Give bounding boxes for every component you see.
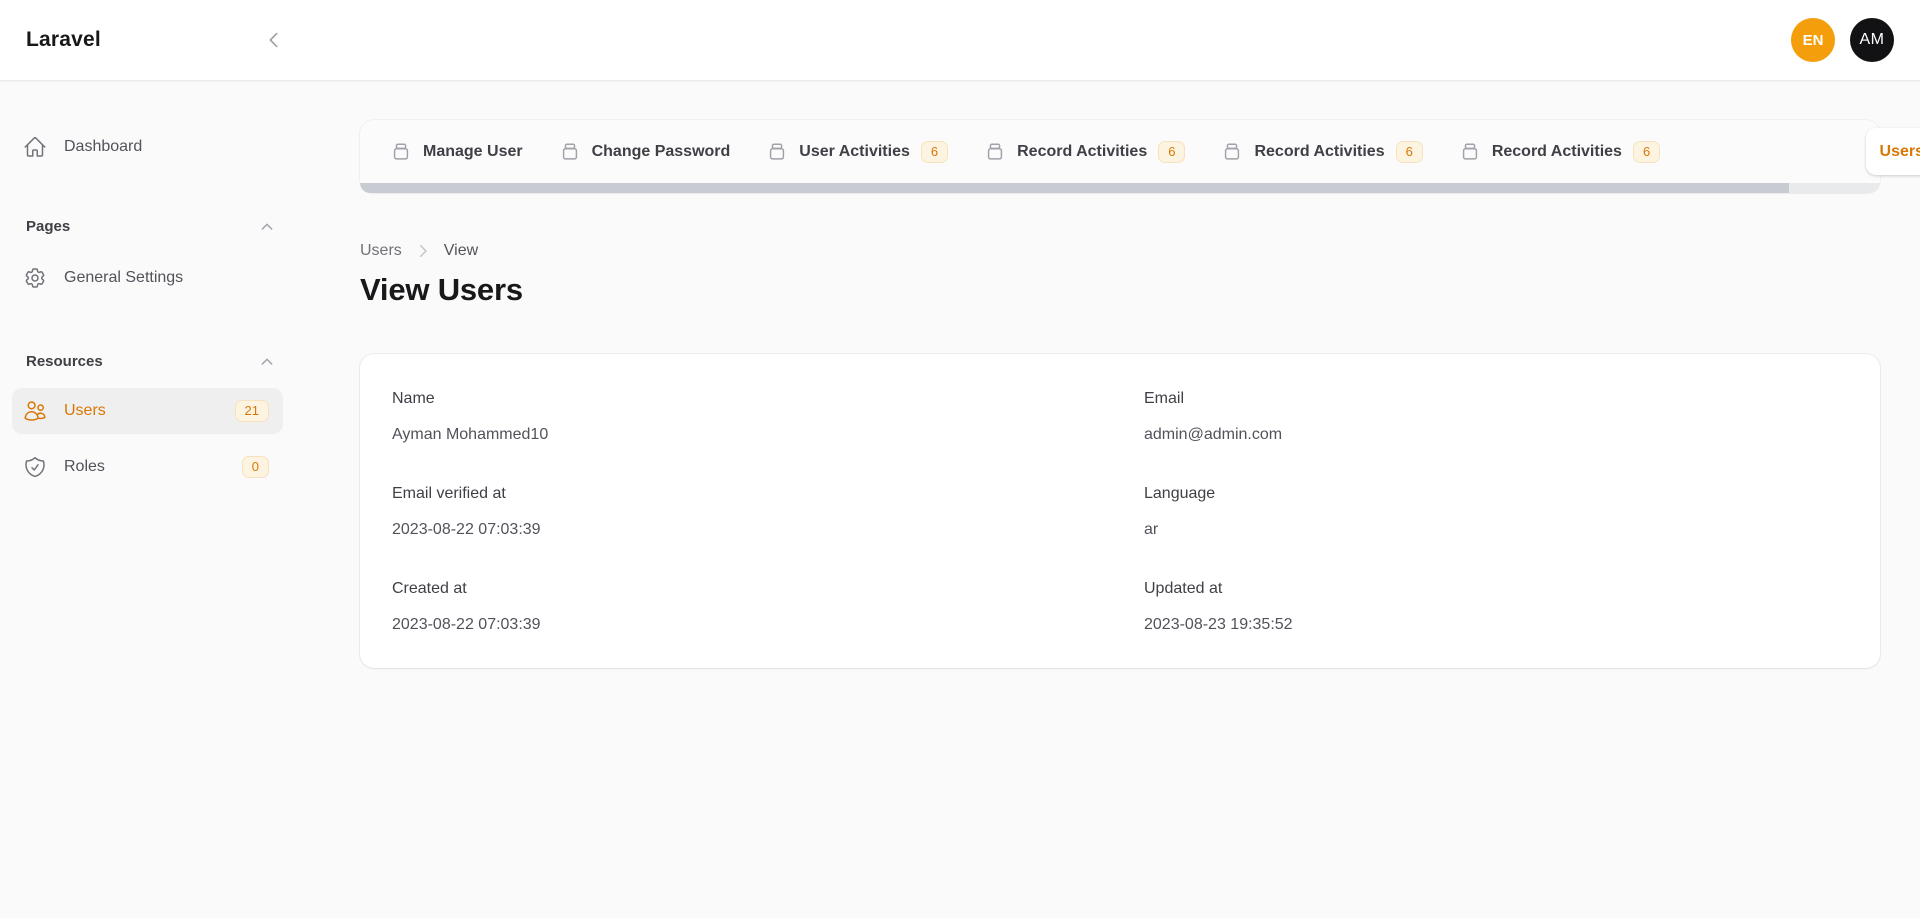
breadcrumb-current: View [444, 242, 478, 260]
field-updated-at: Updated at 2023-08-23 19:35:52 [1144, 580, 1848, 634]
archive-box-icon [559, 141, 581, 163]
chevron-right-icon [414, 242, 432, 260]
sidebar-item-general-settings[interactable]: General Settings [12, 255, 283, 301]
language-switcher-button[interactable]: EN [1791, 18, 1835, 62]
tab-change-password[interactable]: Change Password [541, 120, 749, 183]
brand-logo[interactable]: Laravel [26, 28, 101, 52]
tab-label: Record Activities [1492, 143, 1622, 161]
tab-count-badge: 6 [1158, 141, 1185, 163]
tab-manage-user[interactable]: Manage User [372, 120, 541, 183]
sidebar-item-dashboard[interactable]: Dashboard [12, 124, 283, 170]
main-content: Manage User Change Password User Activit… [295, 80, 1920, 918]
field-email-verified-at: Email verified at 2023-08-22 07:03:39 [392, 485, 1096, 539]
tab-record-activities-3[interactable]: Record Activities 6 [1441, 120, 1678, 183]
relation-tabs: Manage User Change Password User Activit… [360, 120, 1880, 193]
tab-user-activities[interactable]: User Activities 6 [748, 120, 966, 183]
record-details-card: Name Ayman Mohammed10 Email admin@admin.… [360, 354, 1880, 668]
breadcrumb-users-link[interactable]: Users [360, 242, 402, 260]
chevron-left-icon [263, 29, 285, 51]
sidebar-collapse-button[interactable] [258, 24, 290, 56]
sidebar-group-label: Resources [26, 353, 103, 370]
tab-label: Users [1880, 143, 1920, 161]
tab-count-badge: 6 [921, 141, 948, 163]
sidebar-item-label: Dashboard [64, 138, 142, 156]
field-label: Email [1144, 390, 1848, 408]
sidebar-item-label: Users [64, 402, 106, 420]
field-label: Language [1144, 485, 1848, 503]
archive-box-icon [390, 141, 412, 163]
field-value: ar [1144, 521, 1848, 539]
sidebar-group-resources[interactable]: Resources [12, 353, 283, 370]
tab-label: Record Activities [1017, 143, 1147, 161]
field-label: Created at [392, 580, 1096, 598]
field-name: Name Ayman Mohammed10 [392, 390, 1096, 444]
field-created-at: Created at 2023-08-22 07:03:39 [392, 580, 1096, 634]
tab-record-activities-2[interactable]: Record Activities 6 [1203, 120, 1440, 183]
field-value: Ayman Mohammed10 [392, 426, 1096, 444]
chevron-up-icon [259, 354, 275, 370]
tab-label: Manage User [423, 143, 523, 161]
shield-check-icon [23, 455, 47, 479]
archive-box-icon [1221, 141, 1243, 163]
sidebar-item-users[interactable]: Users 21 [12, 388, 283, 434]
archive-box-icon [1459, 141, 1481, 163]
field-label: Email verified at [392, 485, 1096, 503]
sidebar-group-pages[interactable]: Pages [12, 218, 283, 235]
field-value: admin@admin.com [1144, 426, 1848, 444]
topbar: Laravel EN AM [0, 0, 1920, 80]
tab-count-badge: 6 [1396, 141, 1423, 163]
roles-count-badge: 0 [242, 456, 269, 478]
field-language: Language ar [1144, 485, 1848, 539]
users-icon [23, 399, 47, 423]
page-title: View Users [360, 272, 1880, 308]
tab-users-active[interactable]: Users [1866, 128, 1920, 175]
breadcrumb: Users View [360, 242, 1880, 260]
tab-label: User Activities [799, 143, 910, 161]
topbar-actions: EN AM [1791, 18, 1894, 62]
archive-box-icon [766, 141, 788, 163]
users-count-badge: 21 [235, 400, 269, 422]
sidebar-item-label: Roles [64, 458, 105, 476]
chevron-up-icon [259, 219, 275, 235]
field-value: 2023-08-23 19:35:52 [1144, 616, 1848, 634]
field-value: 2023-08-22 07:03:39 [392, 521, 1096, 539]
archive-box-icon [984, 141, 1006, 163]
field-label: Updated at [1144, 580, 1848, 598]
gear-icon [23, 266, 47, 290]
field-email: Email admin@admin.com [1144, 390, 1848, 444]
sidebar-item-roles[interactable]: Roles 0 [12, 444, 283, 490]
home-icon [23, 135, 47, 159]
field-value: 2023-08-22 07:03:39 [392, 616, 1096, 634]
sidebar-item-label: General Settings [64, 269, 183, 287]
tab-label: Record Activities [1254, 143, 1384, 161]
tabs-row: Manage User Change Password User Activit… [360, 120, 1880, 183]
tab-count-badge: 6 [1633, 141, 1660, 163]
tab-record-activities-1[interactable]: Record Activities 6 [966, 120, 1203, 183]
sidebar: Dashboard Pages General Settings Resourc… [0, 80, 295, 918]
fields-grid: Name Ayman Mohammed10 Email admin@admin.… [392, 390, 1848, 634]
sidebar-group-label: Pages [26, 218, 70, 235]
user-avatar[interactable]: AM [1850, 18, 1894, 62]
tab-label: Change Password [592, 143, 731, 161]
tabs-horizontal-scrollbar[interactable] [360, 183, 1880, 193]
field-label: Name [392, 390, 1096, 408]
tabs-scrollbar-thumb[interactable] [360, 183, 1789, 193]
